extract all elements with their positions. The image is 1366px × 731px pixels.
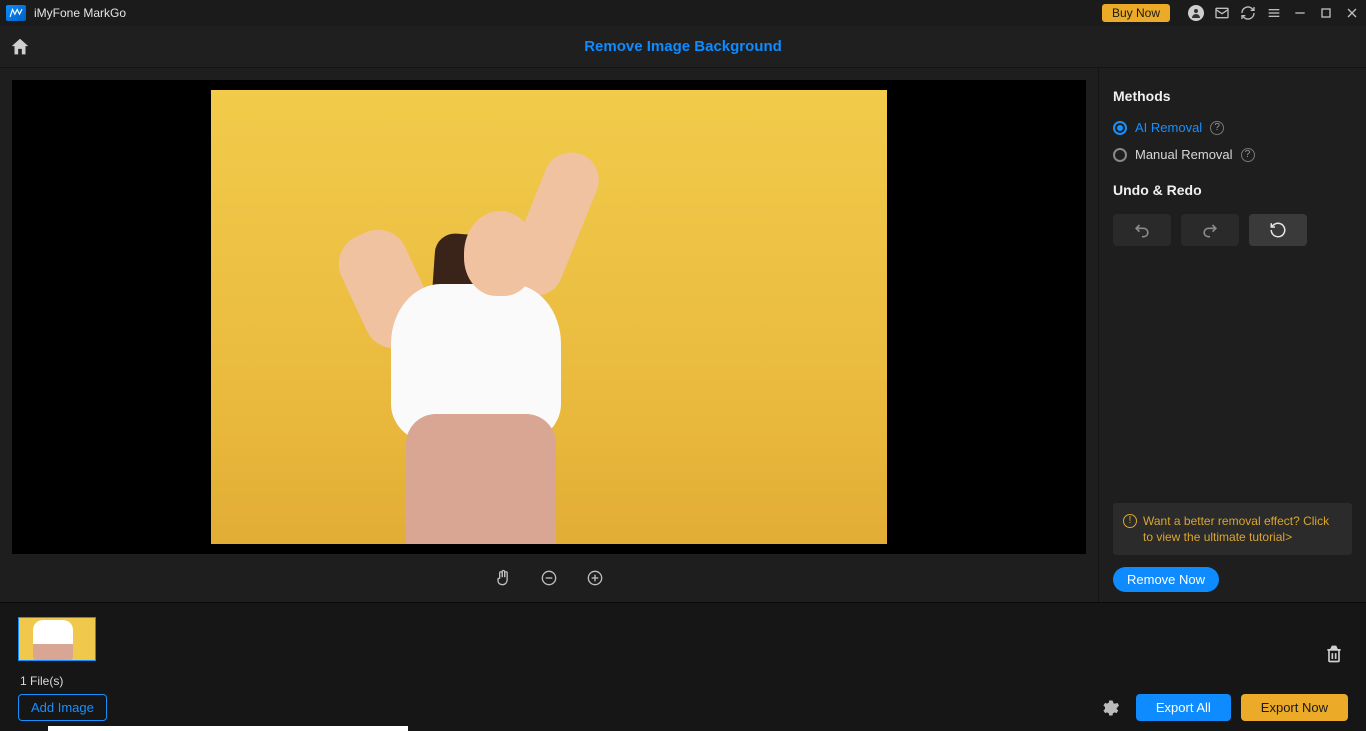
file-count: 1 File(s): [0, 672, 1366, 688]
method-manual-removal-label: Manual Removal: [1135, 147, 1233, 162]
zoom-out-icon[interactable]: [539, 568, 559, 588]
minimize-icon[interactable]: [1292, 5, 1308, 21]
titlebar: iMyFone MarkGo Buy Now: [0, 0, 1366, 26]
info-icon: !: [1123, 514, 1137, 528]
undo-redo-row: [1113, 214, 1352, 246]
canvas-column: [0, 68, 1098, 602]
canvas-tools: [0, 554, 1098, 602]
reset-button[interactable]: [1249, 214, 1307, 246]
method-ai-removal[interactable]: AI Removal ?: [1113, 120, 1352, 135]
buy-now-button[interactable]: Buy Now: [1102, 4, 1170, 22]
right-panel: Methods AI Removal ? Manual Removal ? Un…: [1098, 68, 1366, 602]
radio-selected-icon: [1113, 121, 1127, 135]
methods-title: Methods: [1113, 88, 1352, 104]
main-area: Methods AI Removal ? Manual Removal ? Un…: [0, 68, 1366, 602]
tutorial-tip[interactable]: ! Want a better removal effect? Click to…: [1113, 503, 1352, 555]
image-thumbnail[interactable]: [18, 617, 96, 661]
loaded-image: [211, 90, 887, 544]
settings-icon[interactable]: [1100, 698, 1120, 718]
decorative-sliver: [48, 726, 408, 731]
method-manual-removal[interactable]: Manual Removal ?: [1113, 147, 1352, 162]
mail-icon[interactable]: [1214, 5, 1230, 21]
maximize-icon[interactable]: [1318, 5, 1334, 21]
help-icon[interactable]: ?: [1241, 148, 1255, 162]
add-image-button[interactable]: Add Image: [18, 694, 107, 721]
user-account-icon[interactable]: [1188, 5, 1204, 21]
export-now-button[interactable]: Export Now: [1241, 694, 1348, 721]
menu-icon[interactable]: [1266, 5, 1282, 21]
refresh-icon[interactable]: [1240, 5, 1256, 21]
method-ai-removal-label: AI Removal: [1135, 120, 1202, 135]
tutorial-tip-text: Want a better removal effect? Click to v…: [1143, 513, 1342, 545]
header-bar: Remove Image Background: [0, 26, 1366, 68]
title-icons: [1188, 5, 1360, 21]
undo-button[interactable]: [1113, 214, 1171, 246]
image-viewport[interactable]: [12, 80, 1086, 554]
remove-now-button[interactable]: Remove Now: [1113, 567, 1219, 592]
delete-icon[interactable]: [1324, 643, 1344, 668]
pan-hand-icon[interactable]: [493, 568, 513, 588]
home-button[interactable]: [0, 26, 40, 68]
app-logo-icon: [6, 5, 26, 21]
thumbnail-row: [0, 603, 1366, 672]
undo-redo-title: Undo & Redo: [1113, 182, 1352, 198]
bottom-actions: Add Image Export All Export Now: [0, 688, 1366, 731]
help-icon[interactable]: ?: [1210, 121, 1224, 135]
bottom-bar: 1 File(s) Add Image Export All Export No…: [0, 602, 1366, 731]
page-title: Remove Image Background: [584, 38, 782, 55]
radio-unselected-icon: [1113, 148, 1127, 162]
export-all-button[interactable]: Export All: [1136, 694, 1231, 721]
close-icon[interactable]: [1344, 5, 1360, 21]
zoom-in-icon[interactable]: [585, 568, 605, 588]
redo-button[interactable]: [1181, 214, 1239, 246]
app-name: iMyFone MarkGo: [34, 6, 126, 20]
